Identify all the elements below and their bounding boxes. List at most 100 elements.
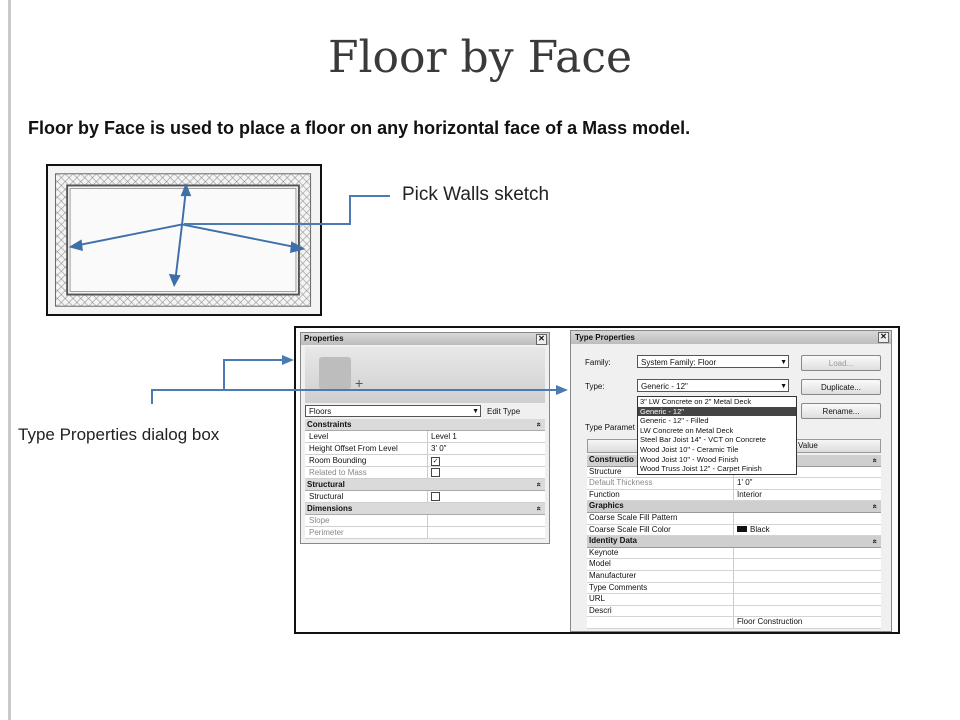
close-icon[interactable]: ✕	[878, 332, 889, 343]
param-name: Default Thickness	[587, 478, 734, 489]
prop-row: Room Bounding ✓	[305, 455, 545, 467]
prop-row: Level Level 1	[305, 431, 545, 443]
param-name: Type Comments	[587, 582, 734, 594]
slide-subtitle: Floor by Face is used to place a floor o…	[28, 118, 691, 138]
param-value[interactable]	[734, 594, 881, 605]
param-row: Coarse Scale Fill Color Black	[587, 524, 881, 537]
type-properties-title-bar: Type Properties ✕	[571, 331, 891, 344]
type-properties-dialog: Type Properties ✕ Family: System Family:…	[570, 330, 892, 632]
param-row: Function Interior	[587, 489, 881, 502]
param-value[interactable]	[734, 606, 881, 617]
close-icon[interactable]: ✕	[536, 334, 547, 345]
room-bounding-checkbox[interactable]: ✓	[431, 457, 440, 466]
param-row: Floor Construction	[587, 617, 881, 629]
param-name: Coarse Scale Fill Pattern	[587, 512, 734, 524]
param-value: 1' 0"	[737, 478, 753, 488]
properties-title-bar: Properties ✕	[301, 333, 549, 345]
family-dropdown[interactable]: System Family: Floor	[637, 355, 789, 369]
dropdown-option[interactable]: 3" LW Concrete on 2" Metal Deck	[638, 397, 796, 407]
param-row: Coarse Scale Fill Pattern	[587, 512, 881, 525]
structural-checkbox[interactable]	[431, 492, 440, 501]
revit-logo-icon	[319, 357, 351, 389]
prop-name: Related to Mass	[305, 467, 428, 478]
properties-palette: Properties ✕ + Floors Edit Type Constrai…	[300, 332, 550, 544]
group-dimensions[interactable]: Dimensions	[305, 503, 545, 515]
prop-row: Structural	[305, 491, 545, 503]
properties-title: Properties	[304, 334, 344, 343]
param-value[interactable]: Interior	[734, 490, 881, 501]
leader-arrowhead	[282, 355, 294, 365]
param-name: Coarse Scale Fill Color	[587, 524, 734, 536]
param-value[interactable]	[734, 513, 881, 524]
prop-value[interactable]: Level 1	[428, 431, 545, 442]
slide-title: Floor by Face	[327, 32, 633, 83]
prop-row: Height Offset From Level 3' 0"	[305, 443, 545, 455]
param-value[interactable]	[734, 548, 881, 559]
param-row: URL	[587, 594, 881, 606]
instance-properties-grid: Constraints LevelLevel 1 Height Offset F…	[305, 419, 545, 539]
group-graphics[interactable]: Graphics	[587, 501, 881, 513]
sketch-drawing	[54, 173, 312, 307]
param-row: Type Comments	[587, 582, 881, 595]
edit-type-leader	[223, 359, 286, 390]
param-value[interactable]	[734, 559, 881, 570]
type-dropdown-list: 3" LW Concrete on 2" Metal Deck Generic …	[637, 396, 797, 475]
prop-value[interactable]: 3' 0"	[428, 443, 545, 454]
type-selector-dropdown[interactable]: Floors	[305, 405, 481, 418]
prop-name: Level	[305, 431, 428, 442]
param-name	[587, 617, 734, 628]
group-constraints[interactable]: Constraints	[305, 419, 545, 431]
dropdown-option[interactable]: Wood Joist 10" - Ceramic Tile	[638, 445, 796, 455]
dropdown-option[interactable]: Generic - 12" - Filled	[638, 416, 796, 426]
param-row: Default Thickness 1' 0"	[587, 478, 881, 490]
type-dropdown[interactable]: Generic - 12"	[637, 379, 789, 393]
dropdown-option[interactable]: Steel Bar Joist 14" - VCT on Concrete	[638, 435, 796, 445]
prop-row: Slope	[305, 515, 545, 527]
prop-name: Structural	[305, 491, 428, 502]
related-to-mass-checkbox	[431, 468, 440, 477]
load-button[interactable]: Load...	[801, 355, 881, 371]
param-value[interactable]	[734, 583, 881, 594]
fill-color-value[interactable]: Black	[734, 525, 881, 536]
type-parameters-label: Type Paramet	[585, 423, 635, 432]
group-structural[interactable]: Structural	[305, 479, 545, 491]
type-preview-image: +	[305, 347, 545, 403]
plus-icon: +	[355, 375, 364, 391]
dropdown-option-selected[interactable]: Generic - 12"	[638, 406, 796, 417]
edit-type-button[interactable]: Edit Type	[487, 407, 520, 416]
param-name: Manufacturer	[587, 570, 734, 582]
param-name: Keynote	[587, 547, 734, 559]
param-value[interactable]: Floor Construction	[734, 617, 881, 628]
prop-name: Slope	[305, 515, 428, 526]
param-row: Manufacturer	[587, 570, 881, 583]
type-properties-title: Type Properties	[575, 333, 635, 342]
param-name: Model	[587, 559, 734, 570]
duplicate-button[interactable]: Duplicate...	[801, 379, 881, 395]
dropdown-option[interactable]: Wood Joist 10" - Wood Finish	[638, 455, 796, 465]
color-swatch	[737, 526, 747, 533]
param-row: Keynote	[587, 547, 881, 560]
pick-walls-sketch	[46, 164, 322, 316]
param-name: Function	[587, 489, 734, 501]
prop-name: Room Bounding	[305, 455, 428, 466]
dropdown-option[interactable]: Wood Truss Joist 12" - Carpet Finish	[638, 464, 796, 474]
group-identity-data[interactable]: Identity Data	[587, 536, 881, 548]
value-header: Value	[798, 441, 818, 450]
dropdown-option[interactable]: LW Concrete on Metal Deck	[638, 426, 796, 436]
left-rule	[8, 0, 11, 720]
param-value[interactable]	[734, 571, 881, 582]
prop-value	[428, 527, 545, 538]
pick-walls-callout: Pick Walls sketch	[402, 184, 550, 205]
prop-value	[428, 515, 545, 526]
family-label: Family:	[585, 358, 611, 367]
rename-button[interactable]: Rename...	[801, 403, 881, 419]
type-parameters-grid: Constructio StructureEdit... Default Thi…	[587, 455, 881, 629]
type-label: Type:	[585, 382, 605, 391]
prop-name: Height Offset From Level	[305, 443, 428, 454]
type-properties-callout: Type Properties dialog box	[18, 425, 220, 444]
prop-row: Perimeter	[305, 527, 545, 539]
param-row: Model	[587, 559, 881, 571]
prop-row: Related to Mass	[305, 467, 545, 479]
prop-name: Perimeter	[305, 527, 428, 538]
dialog-screenshot: Properties ✕ + Floors Edit Type Constrai…	[294, 326, 900, 634]
